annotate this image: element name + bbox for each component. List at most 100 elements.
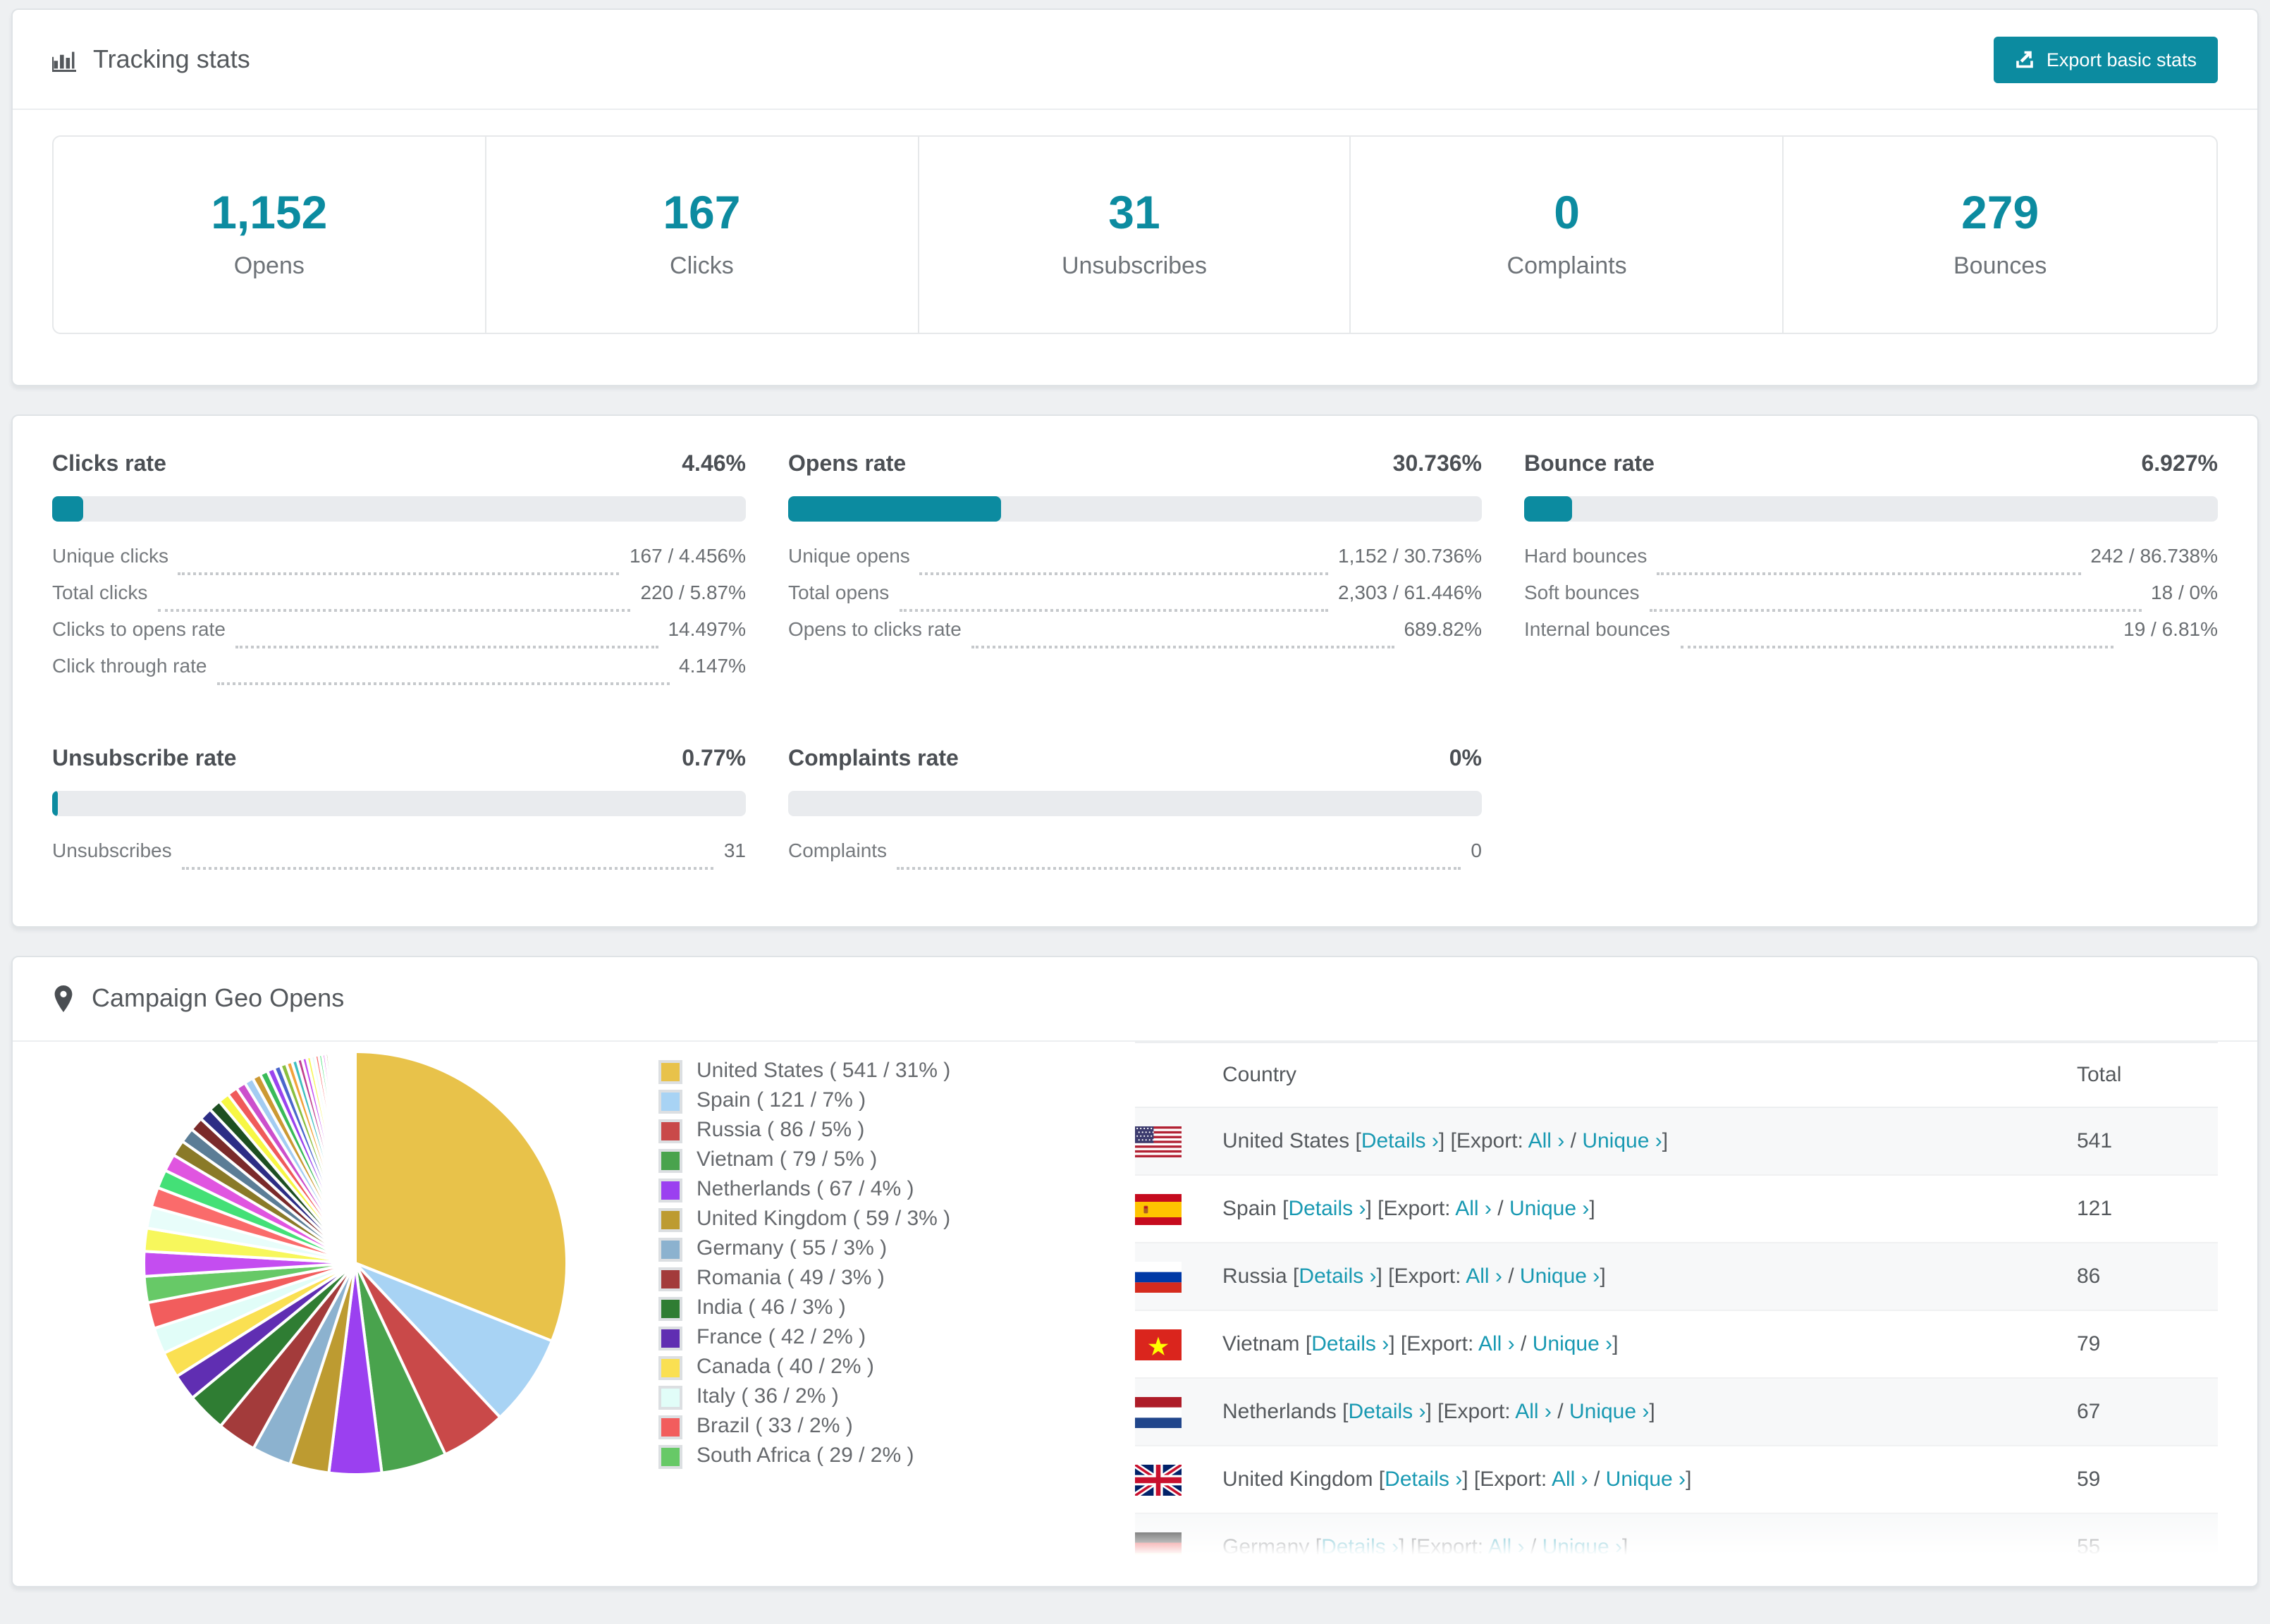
geo-opens-card: Campaign Geo Opens United States ( 541 /… bbox=[11, 956, 2259, 1587]
bracket: [ bbox=[1276, 1197, 1289, 1221]
legend-swatch bbox=[658, 1119, 682, 1143]
bracket: ] [Export: bbox=[1366, 1197, 1456, 1221]
stat-value: 279 bbox=[1961, 186, 2039, 238]
export-unique-link-ru[interactable]: Unique › bbox=[1520, 1265, 1600, 1288]
flag-icon-gb bbox=[1135, 1464, 1182, 1495]
rate-row-label: Soft bounces bbox=[1524, 581, 1640, 603]
export-all-link-nl[interactable]: All › bbox=[1515, 1400, 1552, 1424]
stat-label: Opens bbox=[233, 252, 305, 279]
dotted-leader bbox=[235, 646, 658, 648]
legend-swatch bbox=[658, 1178, 682, 1202]
bracket: ] bbox=[1662, 1129, 1669, 1153]
rate-value: 30.736% bbox=[1392, 453, 1482, 476]
rates-card: Clicks rate 4.46% Unique clicks 167 / 4.456… bbox=[11, 414, 2259, 928]
geo-table-row-netherlands: Netherlands [Details ›] [Export: All › /… bbox=[1135, 1378, 2218, 1446]
rate-value: 0% bbox=[1449, 747, 1482, 771]
bar-chart-icon bbox=[52, 47, 76, 71]
legend-label: United Kingdom ( 59 / 3% ) bbox=[697, 1207, 951, 1231]
bracket: [ bbox=[1309, 1535, 1322, 1559]
rate-row-label: Complaints bbox=[788, 839, 888, 861]
rate-title: Complaints rate bbox=[788, 747, 959, 771]
export-all-link-ru[interactable]: All › bbox=[1466, 1265, 1502, 1288]
geo-table-row-vietnam: Vietnam [Details ›] [Export: All › / Uni… bbox=[1135, 1310, 2218, 1379]
bracket: [ bbox=[1299, 1332, 1312, 1356]
export-all-link-es[interactable]: All › bbox=[1455, 1197, 1492, 1221]
country-column-header: Country bbox=[1222, 1042, 2077, 1108]
details-link-us[interactable]: Details › bbox=[1361, 1129, 1439, 1153]
rate-row-click-through-rate: Click through rate 4.147% bbox=[52, 654, 746, 691]
details-link-gb[interactable]: Details › bbox=[1385, 1468, 1462, 1491]
legend-swatch bbox=[658, 1237, 682, 1261]
legend-item-spain: Spain ( 121 / 7% ) bbox=[658, 1088, 1110, 1114]
bracket: ] bbox=[1621, 1535, 1628, 1559]
geo-table-row-russia: Russia [Details ›] [Export: All › / Uniq… bbox=[1135, 1243, 2218, 1311]
export-unique-link-vn[interactable]: Unique › bbox=[1533, 1332, 1612, 1356]
export-all-link-us[interactable]: All › bbox=[1528, 1129, 1565, 1153]
rate-row-total-opens: Total opens 2,303 / 61.446% bbox=[788, 581, 1482, 617]
export-unique-link-nl[interactable]: Unique › bbox=[1569, 1400, 1649, 1424]
details-link-de[interactable]: Details › bbox=[1321, 1535, 1399, 1559]
tracking-stats-header: Tracking stats Export basic stats bbox=[13, 10, 2257, 110]
legend-label: Netherlands ( 67 / 4% ) bbox=[697, 1177, 914, 1201]
geo-pie-chart bbox=[52, 1042, 658, 1582]
rate-row-label: Total opens bbox=[788, 581, 890, 603]
flag-icon-de bbox=[1135, 1532, 1182, 1563]
rate-row-label: Clicks to opens rate bbox=[52, 617, 226, 640]
progress-bar-track bbox=[788, 791, 1482, 816]
legend-swatch bbox=[658, 1355, 682, 1379]
rate-row-label: Unique opens bbox=[788, 544, 910, 567]
dotted-leader bbox=[178, 572, 620, 575]
country-total: 86 bbox=[2077, 1243, 2218, 1311]
progress-bar-fill bbox=[1524, 496, 1573, 522]
rate-section-unsubscribe-rate: Unsubscribe rate 0.77% Unsubscribes 31 bbox=[52, 747, 746, 875]
details-link-es[interactable]: Details › bbox=[1288, 1197, 1366, 1221]
details-link-vn[interactable]: Details › bbox=[1311, 1332, 1389, 1356]
export-unique-link-us[interactable]: Unique › bbox=[1582, 1129, 1662, 1153]
rate-row-value: 19 / 6.81% bbox=[2123, 617, 2218, 640]
rate-row-value: 1,152 / 30.736% bbox=[1338, 544, 1482, 567]
stat-value: 31 bbox=[1108, 186, 1160, 238]
flag-icon-es bbox=[1135, 1193, 1182, 1224]
geo-table-row-united-kingdom: United Kingdom [Details ›] [Export: All … bbox=[1135, 1446, 2218, 1514]
stat-value: 0 bbox=[1554, 186, 1580, 238]
export-unique-link-de[interactable]: Unique › bbox=[1542, 1535, 1622, 1559]
rate-section-head: Clicks rate 4.46% bbox=[52, 453, 746, 478]
details-link-nl[interactable]: Details › bbox=[1348, 1400, 1425, 1424]
dotted-leader bbox=[1680, 646, 2114, 648]
export-all-link-de[interactable]: All › bbox=[1488, 1535, 1525, 1559]
progress-bar-fill bbox=[788, 496, 1002, 522]
progress-bar-track bbox=[788, 496, 1482, 522]
export-basic-stats-button[interactable]: Export basic stats bbox=[1994, 36, 2218, 82]
legend-swatch bbox=[658, 1385, 682, 1409]
export-unique-link-es[interactable]: Unique › bbox=[1509, 1197, 1589, 1221]
export-all-link-vn[interactable]: All › bbox=[1478, 1332, 1515, 1356]
rate-row-label: Total clicks bbox=[52, 581, 148, 603]
legend-label: Vietnam ( 79 / 5% ) bbox=[697, 1148, 878, 1171]
dotted-leader bbox=[899, 609, 1329, 612]
details-link-ru[interactable]: Details › bbox=[1299, 1265, 1376, 1288]
legend-swatch bbox=[658, 1089, 682, 1113]
export-all-link-gb[interactable]: All › bbox=[1552, 1468, 1588, 1491]
legend-label: Italy ( 36 / 2% ) bbox=[697, 1384, 839, 1408]
legend-swatch bbox=[658, 1207, 682, 1231]
bracket: [ bbox=[1373, 1468, 1385, 1491]
legend-label: France ( 42 / 2% ) bbox=[697, 1325, 866, 1349]
legend-item-canada: Canada ( 40 / 2% ) bbox=[658, 1355, 1110, 1380]
legend-item-vietnam: Vietnam ( 79 / 5% ) bbox=[658, 1148, 1110, 1173]
country-name: Spain bbox=[1222, 1197, 1277, 1221]
stat-label: Bounces bbox=[1953, 252, 2047, 279]
legend-label: Canada ( 40 / 2% ) bbox=[697, 1355, 874, 1379]
rate-row-total-clicks: Total clicks 220 / 5.87% bbox=[52, 581, 746, 617]
legend-item-netherlands: Netherlands ( 67 / 4% ) bbox=[658, 1177, 1110, 1202]
export-unique-link-gb[interactable]: Unique › bbox=[1606, 1468, 1686, 1491]
summary-stat-complaints: 0 Complaints bbox=[1351, 137, 1784, 333]
bracket: ] [Export: bbox=[1462, 1468, 1552, 1491]
dotted-leader bbox=[919, 572, 1329, 575]
summary-stat-bounces: 279 Bounces bbox=[1784, 137, 2216, 333]
bracket: ] bbox=[1686, 1468, 1692, 1491]
legend-item-united-kingdom: United Kingdom ( 59 / 3% ) bbox=[658, 1207, 1110, 1232]
dotted-leader bbox=[181, 867, 714, 870]
bracket: ] [Export: bbox=[1438, 1129, 1528, 1153]
country-name: United Kingdom bbox=[1222, 1468, 1373, 1491]
legend-label: India ( 46 / 3% ) bbox=[697, 1296, 846, 1320]
